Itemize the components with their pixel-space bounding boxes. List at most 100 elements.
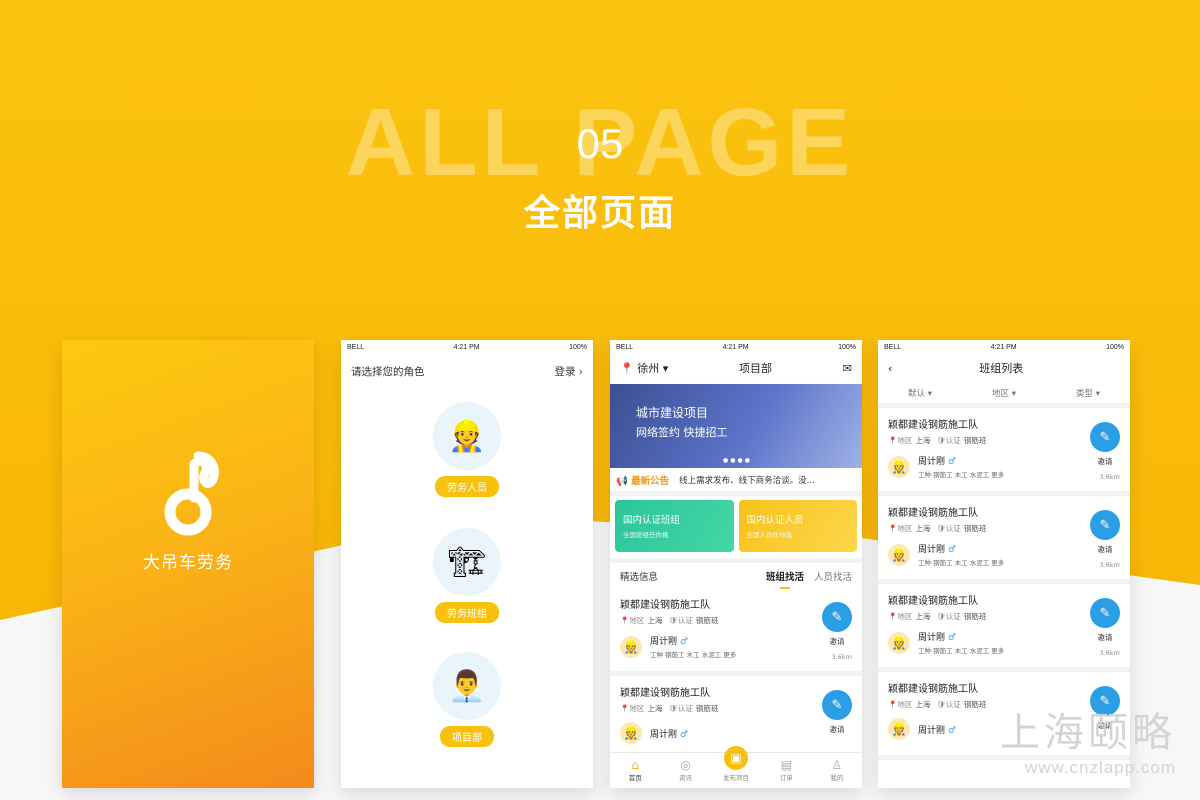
status-bar: BELL 4:21 PM 100% [341, 340, 593, 354]
person-name: 周计刚 ♂ [650, 729, 688, 740]
tab-orders[interactable]: ▤ 订单 [761, 753, 811, 788]
app-logo-icon [164, 451, 219, 536]
team-name: 颖都建设钢筋施工队 [888, 596, 978, 607]
team-meta: 📍地区 上海 🛡认证 钢筋班 [888, 612, 987, 621]
home-icon: ⌂ [631, 758, 640, 772]
team-name: 颖都建设钢筋施工队 [888, 420, 978, 431]
person-name: 周计刚 ♂ [918, 457, 956, 467]
invite-icon: ✎ [1090, 422, 1120, 452]
filter-type[interactable]: 类型 ▾ [1046, 387, 1130, 399]
status-bar: BELL 4:21 PM 100% [610, 340, 862, 354]
role-option-labor[interactable]: 👷 劳务人员 [341, 402, 593, 497]
clock: 4:21 PM [453, 343, 480, 351]
tab-team-jobs[interactable]: 班组找活 [766, 569, 804, 589]
clock: 4:21 PM [722, 343, 749, 351]
invite-button[interactable]: ✎ 邀请 [822, 602, 852, 647]
distance: 3.6km [1099, 561, 1120, 569]
user-icon: ♙ [831, 758, 843, 772]
promo-banner[interactable]: 城市建设项目 网络签约 快捷招工 ●●●● [610, 384, 862, 468]
role-title: 请选择您的角色 [351, 366, 425, 378]
role-option-team[interactable]: 🏗 劳务班组 [341, 528, 593, 623]
team-name: 颖都建设钢筋施工队 [888, 684, 978, 695]
notice-text: 线上需求发布、线下商务洽谈。没... [679, 475, 815, 486]
publish-icon: ▣ [724, 746, 749, 770]
clock: 4:21 PM [990, 343, 1017, 351]
banner-line-2: 网络签约 快捷招工 [636, 426, 728, 439]
certified-team-card[interactable]: 国内认证班组 全国班组任你挑 [615, 500, 734, 552]
avatar: 👷 [888, 718, 910, 740]
invite-button[interactable]: ✎ 邀请 [1090, 422, 1120, 467]
hero-number: 05 [576, 120, 624, 167]
person-name: 周计刚 ♂ [918, 725, 956, 736]
filter-bar: 默认 ▾ 地区 ▾ 类型 ▾ [878, 382, 1130, 408]
invite-icon: ✎ [1090, 510, 1120, 540]
battery-label: 100% [838, 343, 856, 351]
invite-icon: ✎ [1090, 598, 1120, 628]
avatar: 👷 [888, 543, 910, 566]
card-title: 国内认证班组 [623, 515, 681, 526]
certified-person-card[interactable]: 国内认证人员 全国人员任你选 [738, 500, 857, 552]
invite-button[interactable]: ✎ 邀请 [822, 690, 852, 735]
tab-home[interactable]: ⌂ 首页 [610, 753, 660, 788]
person-name: 周计刚 ♂ [650, 637, 688, 647]
city-selector[interactable]: 📍 徐州 ▾ [620, 360, 668, 376]
app-name: 大吊车劳务 [143, 553, 233, 573]
filter-region[interactable]: 地区 ▾ [962, 387, 1046, 399]
avatar: 👷 [620, 722, 642, 744]
carousel-dots: ●●●● [723, 457, 752, 464]
skills: 工种 钢筋工 木工 水泥工 更多 [650, 651, 737, 659]
team-meta: 📍地区 上海 🛡认证 钢筋班 [620, 616, 719, 625]
order-icon: ▤ [780, 758, 793, 772]
invite-button[interactable]: ✎ 邀请 [1090, 598, 1120, 643]
bottom-tab-bar: ⌂ 首页 ◎ 资讯 ▣ 发布项目 ▤ 订单 ♙ 我的 [610, 746, 862, 788]
person-name: 周计刚 ♂ [918, 545, 956, 555]
team-card[interactable]: 颖都建设钢筋施工队 📍地区 上海 🛡认证 钢筋班 👷 周计刚 ♂ 工种 钢筋工 木工 … [610, 588, 862, 676]
status-bar: BELL 4:21 PM 100% [878, 340, 1130, 354]
featured-header: 精选信息 班组找活 人员找活 [610, 558, 862, 589]
team-card[interactable]: 颖都建设钢筋施工队 📍地区 上海 🛡认证 钢筋班 👷 周计刚 ♂ 工种 钢筋工 木工 水泥… [878, 408, 1130, 496]
skills: 工种 钢筋工 木工 水泥工 更多 [918, 647, 1005, 655]
featured-title: 精选信息 [620, 571, 659, 583]
role-button-team[interactable]: 劳务班组 [435, 602, 499, 623]
login-link[interactable]: 登录 › [554, 364, 583, 379]
carrier-label: BELL [347, 343, 365, 351]
tab-publish[interactable]: ▣ 发布项目 [711, 746, 761, 788]
tab-person-jobs[interactable]: 人员找活 [814, 569, 852, 583]
home-title: 项目部 [739, 362, 772, 375]
filter-default[interactable]: 默认 ▾ [878, 387, 962, 399]
team-meta: 📍地区 上海 🛡认证 钢筋班 [888, 436, 987, 445]
team-name: 颖都建设钢筋施工队 [620, 600, 710, 611]
team-meta: 📍地区 上海 🛡认证 钢筋班 [888, 524, 987, 533]
splash-screen: 大吊车劳务 [62, 340, 314, 788]
role-option-project[interactable]: 👨‍💼 项目部 [341, 652, 593, 747]
avatar: 👷 [888, 455, 910, 478]
battery-label: 100% [569, 343, 587, 351]
role-button-labor[interactable]: 劳务人员 [435, 476, 499, 497]
tab-mine[interactable]: ♙ 我的 [812, 753, 862, 788]
invite-button[interactable]: ✎ 邀请 [1090, 510, 1120, 555]
watermark-cn: 上海颐略 [1000, 711, 1176, 755]
role-button-project[interactable]: 项目部 [440, 726, 494, 747]
mail-icon[interactable]: ✉ [843, 362, 852, 375]
carrier-label: BELL [616, 343, 634, 351]
avatar: 👷 [888, 631, 910, 654]
avatar: 👷 [620, 635, 642, 658]
invite-icon: ✎ [822, 602, 852, 632]
notice-bar[interactable]: 📢 最新公告 线上需求发布、线下商务洽谈。没... [610, 468, 862, 496]
team-meta: 📍地区 上海 🛡认证 钢筋班 [620, 704, 719, 713]
battery-label: 100% [1106, 343, 1124, 351]
home-screen: BELL 4:21 PM 100% 📍 徐州 ▾ 项目部 ✉ 城市建设项目 网络… [610, 340, 862, 788]
tab-news[interactable]: ◎ 资讯 [660, 753, 710, 788]
card-subtitle: 全国人员任你选 [746, 531, 793, 539]
team-card[interactable]: 颖都建设钢筋施工队 📍地区 上海 🛡认证 钢筋班 👷 周计刚 ♂ 工种 钢筋工 木工 水泥… [878, 584, 1130, 672]
card-title: 国内认证人员 [746, 515, 804, 526]
watermark: 上海颐略 www.cnzlapp.com [1000, 700, 1176, 778]
distance: 3.6km [831, 653, 852, 661]
invite-icon: ✎ [822, 690, 852, 720]
hero-subtitle: 全部页面 [523, 193, 676, 234]
banner-line-1: 城市建设项目 [636, 406, 709, 420]
carrier-label: BELL [884, 343, 902, 351]
compass-icon: ◎ [680, 758, 691, 772]
skills: 工种 钢筋工 木工 水泥工 更多 [918, 471, 1005, 479]
team-card[interactable]: 颖都建设钢筋施工队 📍地区 上海 🛡认证 钢筋班 👷 周计刚 ♂ 工种 钢筋工 木工 水泥… [878, 496, 1130, 584]
